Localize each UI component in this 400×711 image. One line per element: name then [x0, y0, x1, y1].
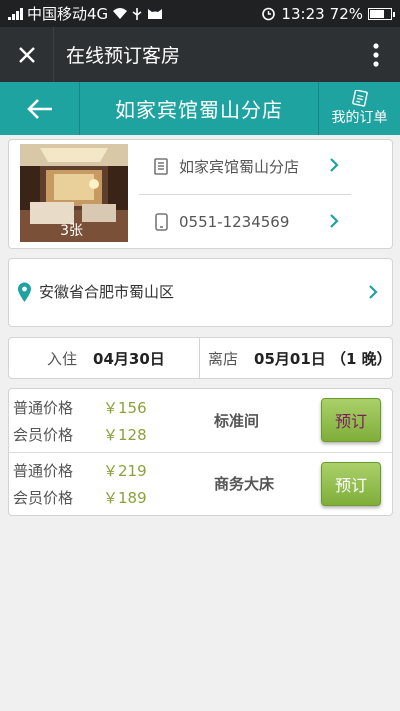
more-button[interactable] — [352, 27, 400, 82]
back-button[interactable] — [0, 82, 80, 135]
my-orders-button[interactable]: 我的订单 — [318, 82, 400, 135]
alarm-icon — [262, 7, 276, 21]
page-title: 如家宾馆蜀山分店 — [115, 98, 283, 122]
webview-title: 在线预订客房 — [66, 45, 181, 67]
room-name: 标准间 — [214, 412, 260, 430]
hotel-photo[interactable]: 3张 — [20, 144, 128, 242]
clock: 13:23 — [281, 4, 325, 23]
checkin-label: 入住 — [47, 349, 78, 368]
checkin-value: 04月30日 — [93, 349, 165, 368]
order-notes-icon — [351, 90, 368, 107]
checkout-date[interactable]: 离店 05月01日 （1 晚） — [200, 338, 392, 378]
document-icon — [154, 157, 168, 175]
room-item: 普通价格 ￥219 会员价格 ￥189 商务大床 预订 — [9, 452, 392, 515]
photo-count: 3张 — [60, 223, 83, 239]
date-selector: 入住 04月30日 离店 05月01日 （1 晚） — [8, 337, 393, 379]
phone-icon — [154, 213, 168, 231]
regular-price: ￥219 — [103, 462, 147, 480]
member-price: ￥189 — [103, 489, 147, 507]
carrier-label: 中国移动4G — [27, 5, 109, 23]
battery-percent: 72% — [329, 4, 363, 23]
usb-icon — [132, 7, 142, 20]
book-button[interactable]: 预订 — [321, 398, 381, 442]
app-header: 如家宾馆蜀山分店 我的订单 — [0, 82, 400, 135]
close-button[interactable] — [0, 27, 54, 82]
checkout-value: 05月01日 （1 晚） — [254, 349, 392, 368]
room-list: 普通价格 ￥156 会员价格 ￥128 标准间 预订 普通价格 ￥219 会员价… — [8, 388, 393, 516]
checkout-label: 离店 — [208, 349, 239, 368]
checkin-date[interactable]: 入住 04月30日 — [9, 338, 200, 378]
location-pin-icon — [18, 282, 31, 302]
hotel-info-card: 3张 如家宾馆蜀山分店 0551-1234569 — [8, 139, 393, 249]
signal-icon — [8, 7, 23, 20]
regular-price: ￥156 — [103, 399, 147, 417]
address-row[interactable]: 安徽省合肥市蜀山区 — [8, 258, 393, 327]
chevron-right-icon — [330, 158, 339, 172]
member-price: ￥128 — [103, 426, 147, 444]
address-text: 安徽省合肥市蜀山区 — [39, 283, 175, 301]
member-price-label: 会员价格 — [13, 426, 74, 444]
wifi-icon — [113, 8, 128, 19]
chevron-right-icon — [369, 285, 378, 299]
chevron-right-icon — [330, 214, 339, 228]
arrow-left-icon — [26, 98, 52, 119]
regular-price-label: 普通价格 — [13, 399, 74, 417]
status-bar: 中国移动4G 13:23 72% — [0, 0, 400, 27]
battery-icon — [368, 7, 395, 20]
regular-price-label: 普通价格 — [13, 462, 74, 480]
hotel-name: 如家宾馆蜀山分店 — [179, 157, 300, 176]
my-orders-label: 我的订单 — [331, 110, 388, 126]
room-name: 商务大床 — [214, 475, 275, 493]
member-price-label: 会员价格 — [13, 489, 74, 507]
webview-title-bar: 在线预订客房 — [0, 27, 400, 82]
close-icon — [18, 46, 35, 63]
room-item: 普通价格 ￥156 会员价格 ￥128 标准间 预订 — [9, 389, 392, 452]
hotel-phone-row[interactable]: 0551-1234569 — [147, 196, 359, 248]
hotel-phone: 0551-1234569 — [179, 213, 290, 231]
more-vertical-icon — [373, 42, 379, 67]
hotel-name-row[interactable]: 如家宾馆蜀山分店 — [147, 140, 359, 192]
cat-icon — [148, 9, 163, 19]
book-button[interactable]: 预订 — [321, 462, 381, 506]
divider — [139, 194, 351, 195]
